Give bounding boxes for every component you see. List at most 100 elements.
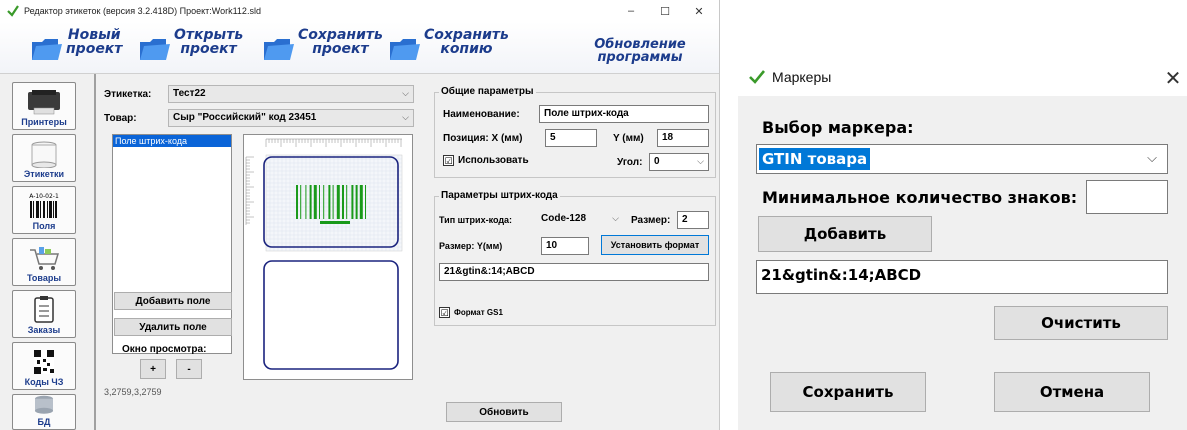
sidebar-item-printers[interactable]: Принтеры xyxy=(12,82,76,130)
checkbox-checked-icon: ☑ xyxy=(443,155,454,166)
sidebar-item-codes[interactable]: Коды ЧЗ xyxy=(12,342,76,390)
product-select[interactable]: Сыр "Российский" код 23451 ⌵ xyxy=(168,109,414,127)
general-params-group: Общие параметры Наименование: Поле штрих… xyxy=(434,86,716,178)
cancel-button[interactable]: Отмена xyxy=(994,372,1150,412)
maximize-button[interactable]: ☐ xyxy=(648,0,682,22)
preview-window-label: Окно просмотра: xyxy=(122,344,207,355)
zoom-in-button[interactable]: + xyxy=(140,359,166,379)
sidebar-label-orders: Заказы xyxy=(27,325,61,335)
set-format-button[interactable]: Установить формат xyxy=(601,235,709,255)
label-select-value: Тест22 xyxy=(173,88,206,99)
sidebar-item-labels[interactable]: Этикетки xyxy=(12,134,76,182)
chevron-down-icon: ⌵ xyxy=(402,112,409,122)
checkbox-checked-icon: ☑ xyxy=(439,307,450,318)
new-project-label-2: проект xyxy=(66,41,123,57)
sidebar-item-fields[interactable]: A-10-02-1 Поля xyxy=(12,186,76,234)
dialog-close-button[interactable]: ✕ xyxy=(1161,66,1185,91)
marker-select[interactable]: GTIN товара ⌵ xyxy=(756,144,1168,174)
marker-format-input[interactable]: 21&gtin&:14;ABCD xyxy=(756,260,1168,294)
zoom-out-button[interactable]: - xyxy=(176,359,202,379)
dialog-body: Выбор маркера: GTIN товара ⌵ Минимальное… xyxy=(738,96,1187,430)
label-select-caption: Этикетка: xyxy=(104,89,152,100)
update-label-2: программы xyxy=(597,50,683,65)
save-project-button[interactable]: Сохранить проект xyxy=(262,28,383,64)
position-x-input[interactable]: 5 xyxy=(545,129,597,147)
min-chars-input[interactable] xyxy=(1086,180,1168,214)
size-y-input[interactable]: 10 xyxy=(541,237,589,255)
close-button[interactable]: ✕ xyxy=(682,0,716,22)
markers-dialog: Маркеры ✕ Выбор маркера: GTIN товара ⌵ М… xyxy=(738,58,1187,430)
add-field-button[interactable]: Добавить поле xyxy=(114,292,232,310)
dialog-title: Маркеры xyxy=(772,69,832,85)
clear-button[interactable]: Очистить xyxy=(994,306,1168,340)
product-select-caption: Товар: xyxy=(104,113,137,124)
barcode-type-label: Тип штрих-кода: xyxy=(439,215,513,225)
position-y-input[interactable]: 18 xyxy=(657,129,709,147)
clipboard-icon xyxy=(34,296,54,323)
sidebar-label-fields: Поля xyxy=(32,221,56,231)
angle-value: 0 xyxy=(654,156,660,167)
use-checkbox[interactable]: ☑ Использовать xyxy=(443,155,529,166)
add-marker-button[interactable]: Добавить xyxy=(758,216,932,252)
chevron-down-icon: ⌵ xyxy=(697,156,704,166)
refresh-button[interactable]: Обновить xyxy=(446,402,562,422)
update-program-button[interactable]: Обновление программы xyxy=(580,38,700,64)
new-project-button[interactable]: Новый проект xyxy=(30,28,122,64)
save-project-label-2: проект xyxy=(312,41,369,57)
chevron-down-icon: ⌵ xyxy=(1147,150,1157,165)
folder-open-icon xyxy=(140,39,170,60)
save-button[interactable]: Сохранить xyxy=(770,372,926,412)
angle-select[interactable]: 0 ⌵ xyxy=(649,153,709,171)
barcode-fields-icon: A-10-02-1 xyxy=(29,193,59,218)
svg-text:A-10-02-1: A-10-02-1 xyxy=(29,193,59,200)
position-x-label: Позиция: X (мм) xyxy=(443,133,523,144)
open-project-label-1: Открыть xyxy=(174,27,244,43)
sidebar-item-orders[interactable]: Заказы xyxy=(12,290,76,338)
name-input[interactable]: Поле штрих-кода xyxy=(539,105,709,123)
main-toolbar: Новый проект Открыть проект Сохранить пр… xyxy=(0,22,719,74)
position-y-label: Y (мм) xyxy=(613,133,644,144)
sidebar: Принтеры Этикетки A-10-02-1 Поля Товары … xyxy=(0,74,96,430)
chevron-down-icon: ⌵ xyxy=(612,213,619,223)
folder-save-icon xyxy=(264,39,294,60)
open-project-button[interactable]: Открыть проект xyxy=(138,28,243,64)
sidebar-label-codes: Коды ЧЗ xyxy=(24,377,64,387)
min-chars-label: Минимальное количество знаков: xyxy=(762,188,1078,207)
label-editor-window: Редактор этикеток (версия 3.2.418D) Прое… xyxy=(0,0,720,430)
size-input[interactable]: 2 xyxy=(677,211,709,229)
name-label: Наименование: xyxy=(443,109,520,120)
general-params-title: Общие параметры xyxy=(439,86,536,97)
remove-field-button[interactable]: Удалить поле xyxy=(114,318,232,336)
size-y-label: Размер: Y(мм) xyxy=(439,241,503,251)
open-project-label-2: проект xyxy=(180,41,237,57)
folder-icon xyxy=(32,39,62,60)
save-copy-button[interactable]: Сохранить копию xyxy=(388,28,509,64)
printer-icon xyxy=(28,90,60,115)
label-preview[interactable] xyxy=(243,134,413,380)
title-bar: Редактор этикеток (версия 3.2.418D) Прое… xyxy=(0,0,719,22)
qr-code-icon xyxy=(34,350,54,374)
database-icon xyxy=(35,395,53,414)
label-outline-bottom xyxy=(263,260,399,370)
label-select[interactable]: Тест22 ⌵ xyxy=(168,85,414,103)
folder-copy-icon xyxy=(390,39,420,60)
sidebar-item-database[interactable]: БД xyxy=(12,394,76,430)
minimize-button[interactable]: – xyxy=(614,0,648,22)
label-preview-canvas xyxy=(245,138,403,370)
format-input[interactable]: 21&gtin&:14;ABCD xyxy=(439,263,709,281)
app-check-icon xyxy=(749,70,766,84)
sidebar-label-database: БД xyxy=(37,417,51,427)
list-item[interactable]: Поле штрих-кода xyxy=(113,135,231,147)
sidebar-label-products: Товары xyxy=(26,273,62,283)
gs1-format-label: Формат GS1 xyxy=(454,308,503,317)
gs1-format-checkbox[interactable]: ☑ Формат GS1 xyxy=(439,307,503,318)
barcode-type-value: Code-128 xyxy=(541,213,587,224)
angle-label: Угол: xyxy=(617,157,643,168)
sidebar-item-products[interactable]: Товары xyxy=(12,238,76,286)
barcode-params-group: Параметры штрих-кода Тип штрих-кода: Cod… xyxy=(434,190,716,326)
cursor-coordinates: 3,2759,3,2759 xyxy=(104,387,162,397)
barcode-params-title: Параметры штрих-кода xyxy=(439,190,560,201)
barcode-type-select[interactable]: Code-128 ⌵ xyxy=(537,211,621,229)
app-check-icon xyxy=(7,5,19,17)
chevron-down-icon: ⌵ xyxy=(402,88,409,98)
